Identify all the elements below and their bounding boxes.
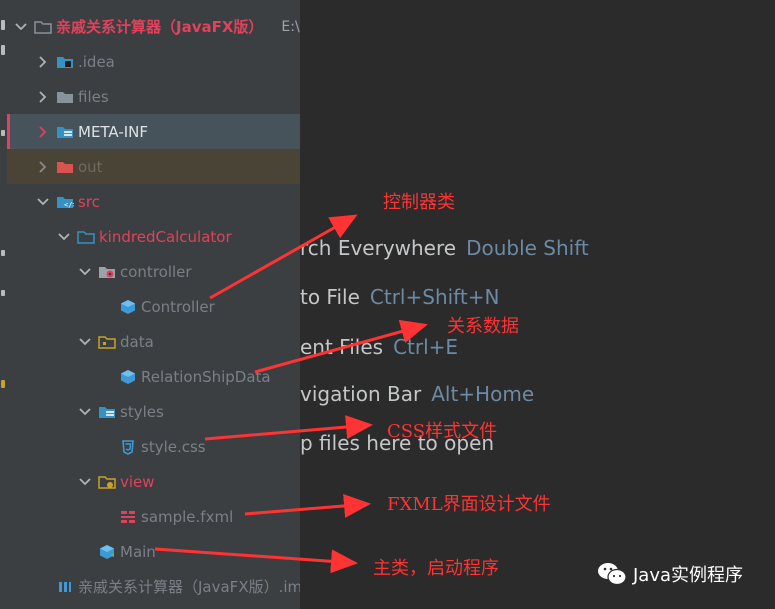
hint-action: to File xyxy=(300,285,360,309)
css-file-icon xyxy=(119,439,137,455)
tree-item-out[interactable]: out xyxy=(7,149,300,184)
tree-item-label: META-INF xyxy=(78,122,149,141)
tree-item-files[interactable]: files xyxy=(7,79,300,114)
hint-recent-files: ent Files Ctrl+E xyxy=(300,335,458,359)
tree-item-label: 亲戚关系计算器（JavaFX版） xyxy=(56,18,264,36)
chevron-down-icon[interactable] xyxy=(35,194,51,210)
gutter-mark xyxy=(1,290,5,296)
project-path: E:\Gi xyxy=(281,18,300,35)
hint-navigation-bar: vigation Bar Alt+Home xyxy=(300,382,534,406)
hint-shortcut: Ctrl+Shift+N xyxy=(369,285,500,309)
chevron-down-icon[interactable] xyxy=(77,474,93,490)
tree-item-data-folder[interactable]: data xyxy=(7,324,300,359)
tree-item-label: RelationShipData xyxy=(141,367,271,386)
tree-item-styles-folder[interactable]: styles xyxy=(7,394,300,429)
chevron-down-icon[interactable] xyxy=(77,264,93,280)
chevron-down-icon[interactable] xyxy=(77,334,93,350)
styles-folder-icon xyxy=(98,404,116,420)
tree-item-label: 亲戚关系计算器（JavaFX版）.iml xyxy=(78,578,300,596)
tree-item-label: kindredCalculator xyxy=(99,227,232,246)
chevron-right-icon[interactable] xyxy=(35,159,51,175)
tree-item-label: out xyxy=(78,157,103,176)
folder-icon xyxy=(34,19,52,35)
annotation-controller-class: 控制器类 xyxy=(383,192,455,213)
iml-file-icon xyxy=(56,579,74,595)
tree-item-label: controller xyxy=(120,262,192,281)
tree-item-style-css[interactable]: style.css xyxy=(7,429,300,464)
tree-item-controller-class[interactable]: Controller xyxy=(7,289,300,324)
hint-action: vigation Bar xyxy=(300,382,422,406)
annotation-fxml-file: FXML界面设计文件 xyxy=(387,494,551,515)
project-tree-panel: 亲戚关系计算器（JavaFX版） E:\Gi .idea files xyxy=(7,0,300,609)
annotation-relationship-data: 关系数据 xyxy=(447,316,519,337)
class-icon xyxy=(119,299,137,315)
tree-item-controller-folder[interactable]: controller xyxy=(7,254,300,289)
tree-item-label: data xyxy=(120,332,154,351)
hint-shortcut: Alt+Home xyxy=(431,382,535,406)
tree-item-src[interactable]: </> src xyxy=(7,184,300,219)
tree-item-project-root[interactable]: 亲戚关系计算器（JavaFX版） E:\Gi xyxy=(7,9,300,44)
chevron-right-icon[interactable] xyxy=(35,89,51,105)
tree-item-view-folder[interactable]: view xyxy=(7,464,300,499)
chevron-right-icon[interactable] xyxy=(35,54,51,70)
hint-shortcut: Ctrl+E xyxy=(393,335,459,359)
tree-item-label: sample.fxml xyxy=(141,507,234,526)
chevron-down-icon[interactable] xyxy=(77,404,93,420)
tree-item-kindred-calculator[interactable]: kindredCalculator xyxy=(7,219,300,254)
tree-item-iml[interactable]: 亲戚关系计算器（JavaFX版）.iml xyxy=(7,569,300,604)
gutter-mark xyxy=(1,380,5,388)
tree-item-label: Main xyxy=(120,542,156,561)
gutter-mark xyxy=(1,130,5,136)
excluded-folder-icon xyxy=(56,159,74,175)
hint-action: rch Everywhere xyxy=(300,236,457,260)
chevron-down-icon[interactable] xyxy=(56,229,72,245)
tree-item-label: .idea xyxy=(78,52,115,71)
hint-search-everywhere: rch Everywhere Double Shift xyxy=(300,236,589,260)
folder-icon xyxy=(56,89,74,105)
idea-folder-icon xyxy=(56,54,74,70)
gutter-mark xyxy=(1,45,5,55)
tree-item-meta-inf[interactable]: META-INF xyxy=(7,114,300,149)
hint-action: ent Files xyxy=(300,335,384,359)
tree-item-label: styles xyxy=(120,402,164,421)
gutter-mark xyxy=(1,20,5,30)
tool-window-stripe xyxy=(0,0,7,609)
tree-item-label: style.css xyxy=(141,437,206,456)
package-icon xyxy=(77,229,95,245)
resource-folder-icon xyxy=(56,124,74,140)
tree-item-label: view xyxy=(120,472,155,491)
chevron-down-icon[interactable] xyxy=(13,19,29,35)
chevron-right-icon[interactable] xyxy=(35,124,51,140)
annotation-css-file: CSS样式文件 xyxy=(387,421,498,442)
tree-item-relationship-data[interactable]: RelationShipData xyxy=(7,359,300,394)
svg-text:</>: </> xyxy=(64,201,74,209)
hint-shortcut: Double Shift xyxy=(466,236,589,260)
tree-item-idea[interactable]: .idea xyxy=(7,44,300,79)
wechat-logo-icon xyxy=(598,563,627,586)
data-folder-icon xyxy=(98,334,116,350)
tree-item-label: Controller xyxy=(141,297,215,316)
tree-item-label: files xyxy=(78,87,109,106)
gutter-mark xyxy=(1,250,5,256)
source-folder-icon: </> xyxy=(56,194,74,210)
hint-go-to-file: to File Ctrl+Shift+N xyxy=(300,285,499,309)
class-icon xyxy=(119,369,137,385)
tree-item-main[interactable]: Main xyxy=(7,534,300,569)
tree-item-sample-fxml[interactable]: sample.fxml xyxy=(7,499,300,534)
main-class-icon xyxy=(98,544,116,560)
watermark: Java实例程序 xyxy=(597,561,743,587)
watermark-text: Java实例程序 xyxy=(633,565,744,586)
ide-window: 亲戚关系计算器（JavaFX版） E:\Gi .idea files xyxy=(0,0,775,609)
fxml-file-icon xyxy=(119,509,137,525)
view-folder-icon xyxy=(98,474,116,490)
tree-item-label: src xyxy=(78,192,100,211)
selection-marker xyxy=(7,114,10,149)
gear-folder-icon xyxy=(98,264,116,280)
annotation-main-class: 主类，启动程序 xyxy=(373,558,499,579)
